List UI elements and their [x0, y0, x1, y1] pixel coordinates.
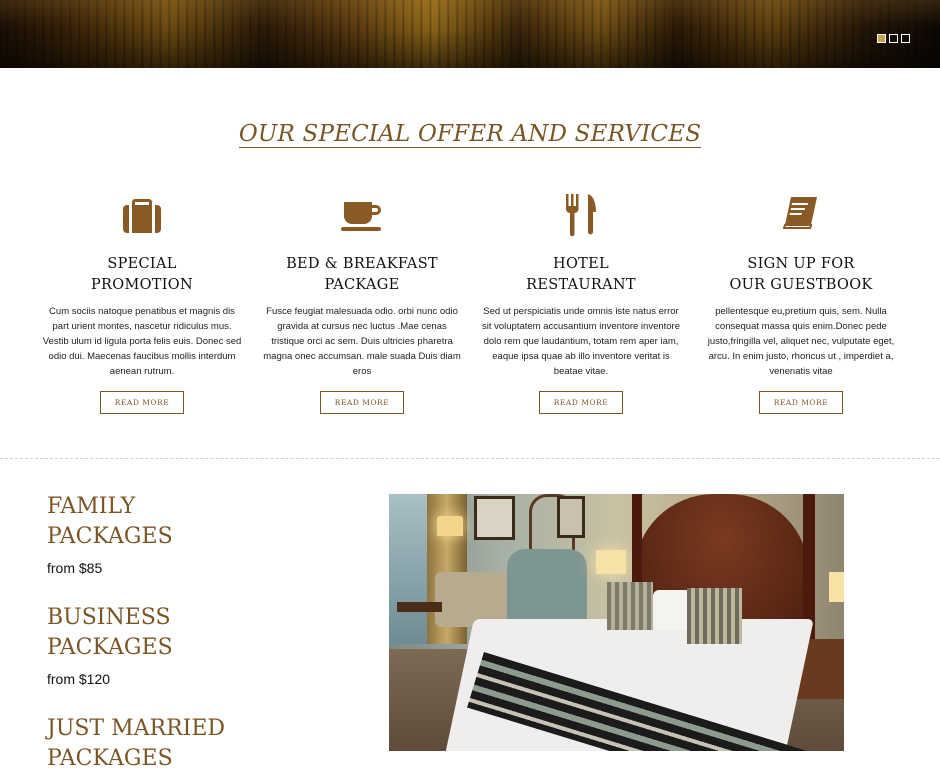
- briefcase-icon: [42, 190, 242, 238]
- package-price: from $85: [47, 560, 103, 576]
- package-name: FAMILY PACKAGES: [47, 492, 173, 552]
- package-name-line1: FAMILY: [47, 494, 136, 519]
- read-more-button[interactable]: READ MORE: [538, 391, 624, 414]
- read-more-button[interactable]: READ MORE: [758, 391, 844, 414]
- package-name-line1: BUSINESS: [47, 605, 171, 630]
- service-card-hotel-restaurant: HOTEL RESTAURANT Sed ut perspiciatis und…: [481, 190, 681, 414]
- read-more-button[interactable]: READ MORE: [99, 391, 185, 414]
- book-icon: [701, 190, 901, 238]
- service-description: Fusce feugiat malesuada odio. orbi nunc …: [263, 306, 461, 377]
- service-title: SIGN UP FOR OUR GUESTBOOK: [701, 254, 901, 296]
- service-title-line1: BED & BREAKFAST: [286, 256, 438, 272]
- package-price: from $120: [47, 671, 111, 687]
- service-title-line1: SIGN UP FOR: [747, 256, 855, 272]
- slider-dot-2[interactable]: [889, 34, 898, 43]
- service-title: BED & BREAKFAST PACKAGE: [262, 254, 462, 296]
- service-title: SPECIAL PROMOTION: [42, 254, 242, 296]
- section-title: OUR SPECIAL OFFER AND SERVICES: [0, 121, 940, 148]
- package-name: JUST MARRIED PACKAGES: [47, 714, 225, 774]
- service-title-line2: PROMOTION: [91, 277, 193, 293]
- service-title-line1: HOTEL: [553, 256, 609, 272]
- package-family[interactable]: FAMILY PACKAGES from $85: [47, 492, 173, 576]
- slider-dots: [877, 34, 910, 43]
- package-name-line2: PACKAGES: [47, 746, 173, 771]
- service-description: Sed ut perspiciatis unde omnis iste natu…: [481, 306, 681, 377]
- service-description: Cum sociis natoque penatibus et magnis d…: [42, 306, 242, 377]
- hero-banner: [0, 0, 940, 68]
- fork-knife-icon: [481, 190, 681, 238]
- service-card-guestbook: SIGN UP FOR OUR GUESTBOOK pellentesque e…: [701, 190, 901, 414]
- read-more-button[interactable]: READ MORE: [319, 391, 405, 414]
- package-name: BUSINESS PACKAGES: [47, 603, 173, 663]
- service-title: HOTEL RESTAURANT: [481, 254, 681, 296]
- service-title-line2: RESTAURANT: [526, 277, 636, 293]
- section-title-text: OUR SPECIAL OFFER AND SERVICES: [238, 121, 702, 148]
- service-title-line2: OUR GUESTBOOK: [729, 277, 873, 293]
- package-business[interactable]: BUSINESS PACKAGES from $120: [47, 603, 173, 687]
- package-name-line1: JUST MARRIED: [47, 716, 226, 741]
- service-description: pellentesque eu,pretium quis, sem. Nulla…: [707, 306, 895, 377]
- coffee-cup-icon: [262, 190, 462, 238]
- section-divider: [0, 458, 940, 459]
- package-name-line2: PACKAGES: [47, 635, 173, 660]
- hotel-room-image: [389, 494, 844, 751]
- service-title-line2: PACKAGE: [324, 277, 400, 293]
- slider-dot-3[interactable]: [901, 34, 910, 43]
- service-card-special-promotion: SPECIAL PROMOTION Cum sociis natoque pen…: [42, 190, 242, 414]
- package-just-married[interactable]: JUST MARRIED PACKAGES: [47, 714, 225, 774]
- service-card-bed-breakfast: BED & BREAKFAST PACKAGE Fusce feugiat ma…: [262, 190, 462, 414]
- slider-dot-1[interactable]: [877, 34, 886, 43]
- package-name-line2: PACKAGES: [47, 524, 173, 549]
- service-title-line1: SPECIAL: [107, 256, 177, 272]
